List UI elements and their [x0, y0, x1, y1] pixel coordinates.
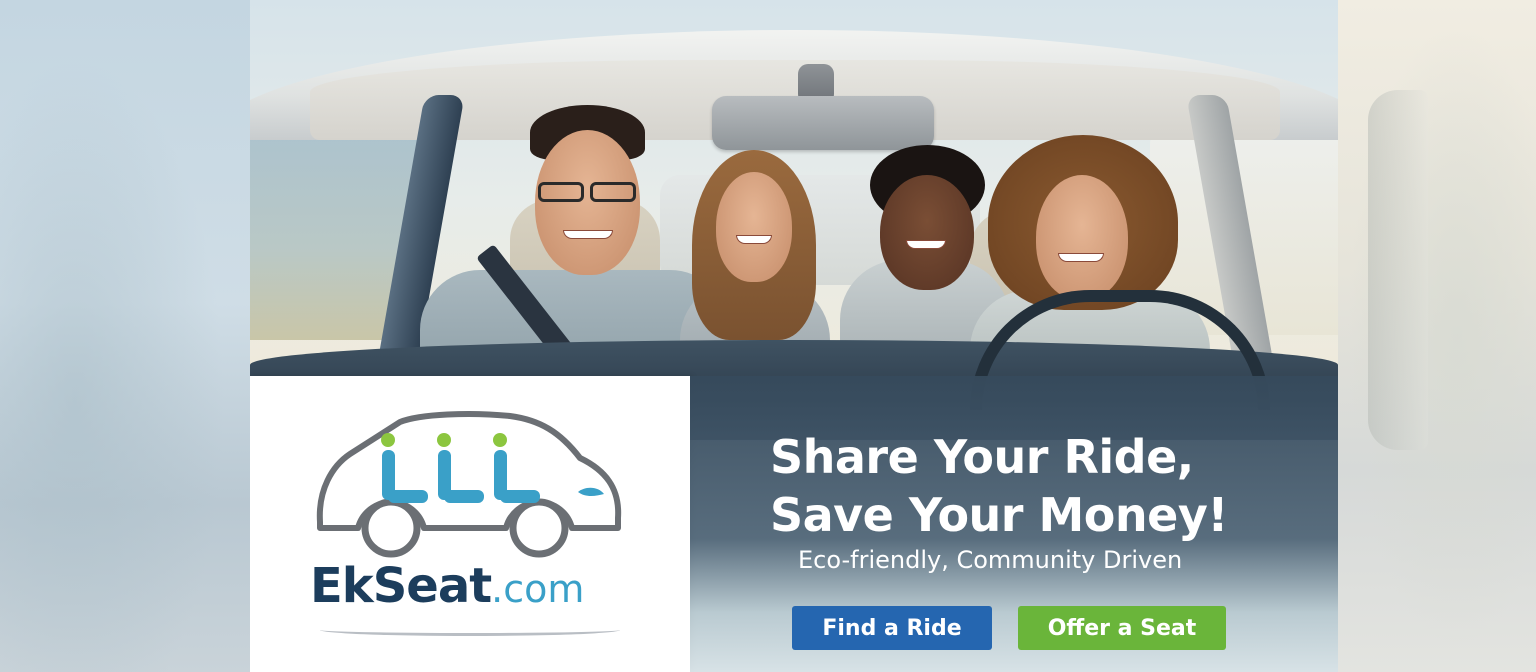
- offer-seat-button[interactable]: Offer a Seat: [1018, 606, 1226, 650]
- brand-underline-swoosh: [320, 624, 620, 636]
- blurred-car-pillar: [1368, 90, 1428, 450]
- brand-name: EkSeat: [310, 558, 492, 614]
- glasses-left-lens: [538, 182, 584, 202]
- car-seats-logo-icon: [316, 411, 622, 558]
- headline-line-2: Save Your Money!: [770, 488, 1228, 542]
- headline: Share Your Ride, Save Your Money!: [770, 428, 1290, 544]
- blurred-backdrop-left: [0, 0, 250, 672]
- brand-wordmark: EkSeat.com: [310, 558, 650, 614]
- ad-banner: EkSeat.com Share Your Ride, Save Your Mo…: [250, 0, 1338, 672]
- find-ride-button[interactable]: Find a Ride: [792, 606, 992, 650]
- rearview-mirror: [712, 96, 934, 150]
- brand-domain: .com: [491, 567, 585, 611]
- glasses-right-lens: [590, 182, 636, 202]
- headline-line-1: Share Your Ride,: [770, 430, 1194, 484]
- promo-panel: Share Your Ride, Save Your Money! Eco-fr…: [690, 376, 1338, 672]
- logo-panel: EkSeat.com: [250, 376, 690, 672]
- tagline: Eco-friendly, Community Driven: [798, 546, 1183, 574]
- blurred-backdrop-right: [1338, 0, 1536, 672]
